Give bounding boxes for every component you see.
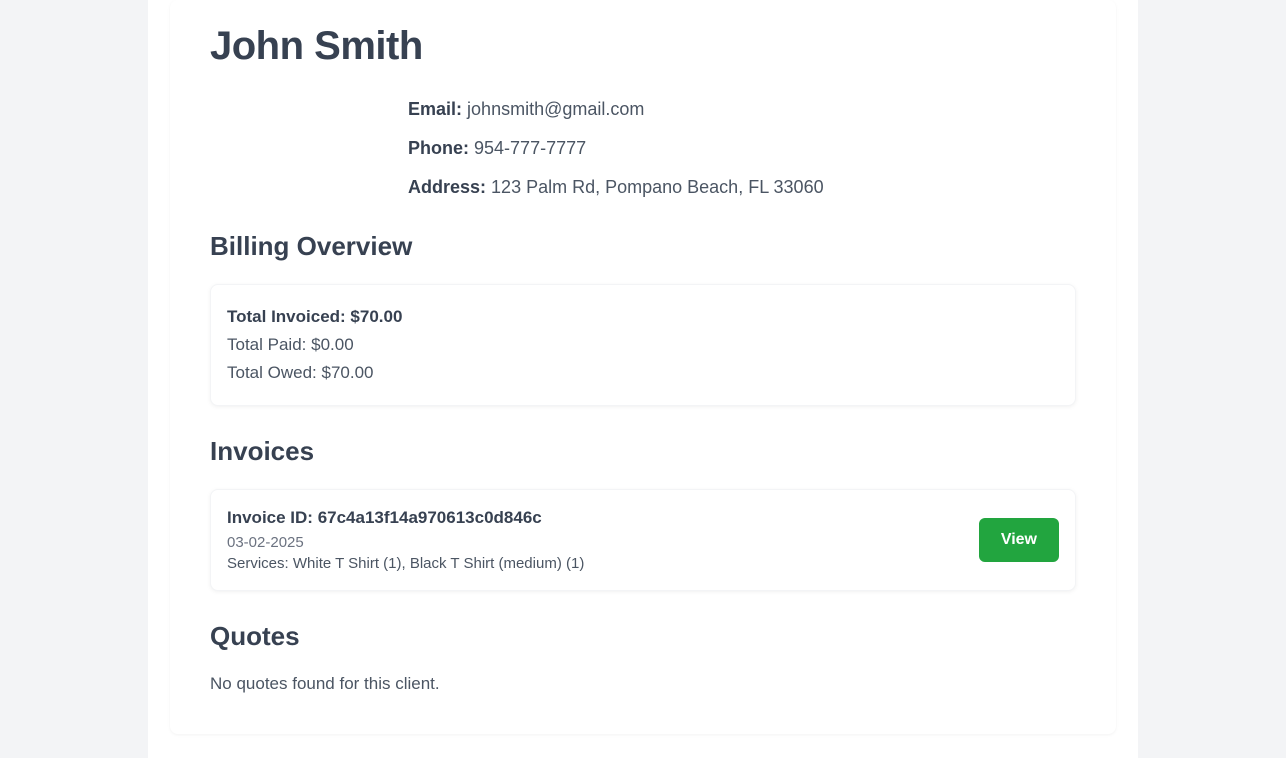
total-paid-value: $0.00 <box>311 335 354 354</box>
invoice-id-value: 67c4a13f14a970613c0d846c <box>318 508 542 527</box>
page-container: John Smith Email: johnsmith@gmail.com Ph… <box>148 0 1138 758</box>
contact-address-row: Address: 123 Palm Rd, Pompano Beach, FL … <box>408 175 1076 200</box>
invoice-date: 03-02-2025 <box>227 534 979 551</box>
phone-label: Phone: <box>408 138 469 158</box>
invoice-services-label: Services: <box>227 555 293 572</box>
billing-overview-card: Total Invoiced: $70.00 Total Paid: $0.00… <box>210 284 1076 406</box>
address-label: Address: <box>408 177 486 197</box>
client-detail-card: John Smith Email: johnsmith@gmail.com Ph… <box>170 0 1116 734</box>
phone-value: 954-777-7777 <box>474 138 586 158</box>
contact-phone-row: Phone: 954-777-7777 <box>408 136 1076 161</box>
email-value: johnsmith@gmail.com <box>467 99 644 119</box>
quotes-heading: Quotes <box>210 621 1076 652</box>
view-invoice-button[interactable]: View <box>979 518 1059 562</box>
total-owed-row: Total Owed: $70.00 <box>227 359 1059 387</box>
invoice-card: Invoice ID: 67c4a13f14a970613c0d846c 03-… <box>210 489 1076 591</box>
invoices-heading: Invoices <box>210 436 1076 467</box>
total-paid-row: Total Paid: $0.00 <box>227 331 1059 359</box>
invoice-id-label: Invoice ID: <box>227 508 318 527</box>
quotes-empty-message: No quotes found for this client. <box>210 674 1076 694</box>
total-invoiced-row: Total Invoiced: $70.00 <box>227 303 1059 331</box>
total-invoiced-label: Total Invoiced: <box>227 307 350 326</box>
total-invoiced-value: $70.00 <box>350 307 402 326</box>
total-paid-label: Total Paid: <box>227 335 311 354</box>
contact-email-row: Email: johnsmith@gmail.com <box>408 97 1076 122</box>
contact-info: Email: johnsmith@gmail.com Phone: 954-77… <box>408 97 1076 201</box>
billing-overview-heading: Billing Overview <box>210 231 1076 262</box>
total-owed-label: Total Owed: <box>227 363 322 382</box>
invoice-services-value: White T Shirt (1), Black T Shirt (medium… <box>293 555 584 572</box>
email-label: Email: <box>408 99 462 119</box>
total-owed-value: $70.00 <box>322 363 374 382</box>
address-value: 123 Palm Rd, Pompano Beach, FL 33060 <box>491 177 824 197</box>
client-name: John Smith <box>210 24 1076 69</box>
invoice-details: Invoice ID: 67c4a13f14a970613c0d846c 03-… <box>227 508 979 572</box>
invoice-id-row: Invoice ID: 67c4a13f14a970613c0d846c <box>227 508 979 528</box>
invoice-services-row: Services: White T Shirt (1), Black T Shi… <box>227 555 979 572</box>
